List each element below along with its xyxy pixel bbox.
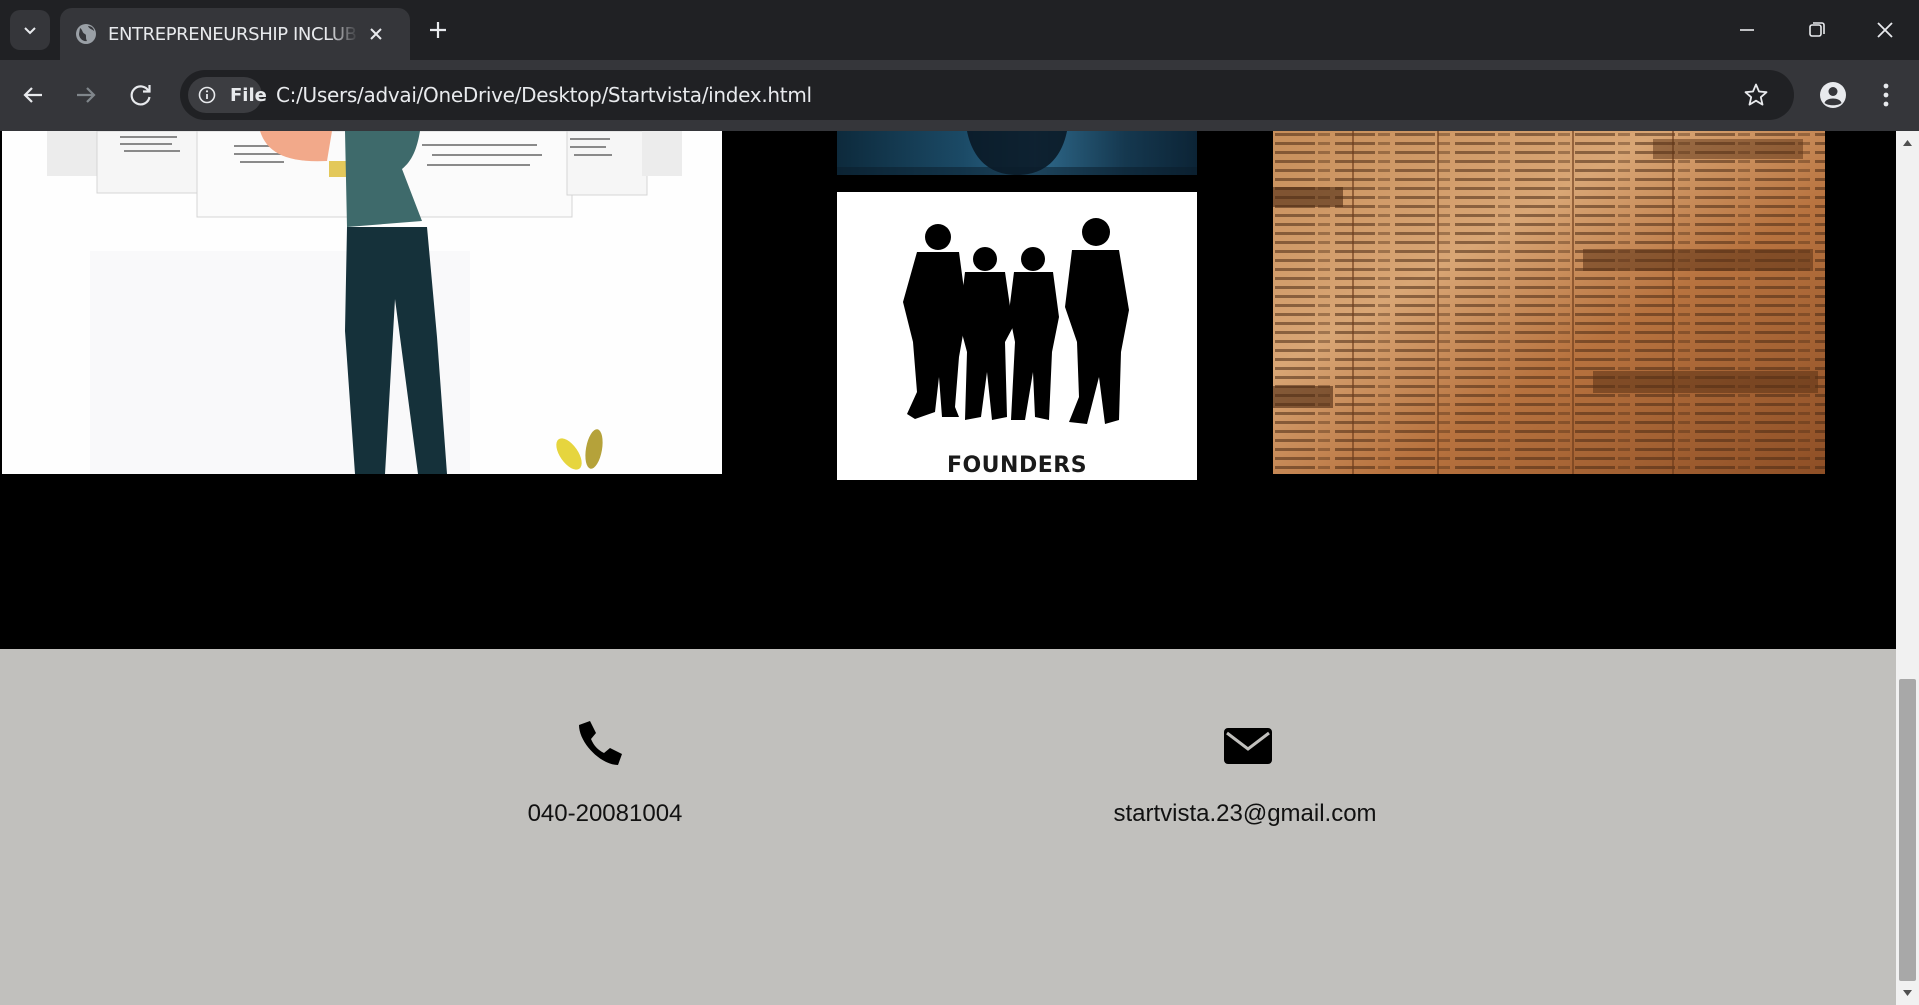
star-icon[interactable] — [1742, 81, 1770, 109]
illustration-image — [2, 131, 722, 474]
close-icon[interactable] — [1862, 10, 1908, 50]
tab-search-button[interactable] — [10, 10, 50, 50]
founders-caption: FOUNDERS — [946, 453, 1088, 478]
restore-icon[interactable] — [1793, 10, 1839, 50]
email-address[interactable]: startvista.23@gmail.com — [1085, 800, 1405, 828]
browser-tab-active[interactable]: ENTREPRENEURSHIP INCLUBLATOR — [60, 8, 410, 60]
newspaper-image — [1273, 131, 1825, 474]
site-info-chip[interactable]: File — [188, 77, 267, 113]
site-chip-label: File — [230, 85, 267, 106]
scrollbar-thumb[interactable] — [1899, 679, 1916, 981]
address-bar[interactable]: File C:/Users/advai/OneDrive/Desktop/Sta… — [180, 70, 1794, 120]
founders-image: FOUNDERS — [837, 192, 1197, 480]
phone-icon — [579, 721, 622, 765]
page-scrollbar[interactable] — [1896, 131, 1919, 1005]
page-viewport: FOUNDERS 040-20081004 startvista.23@gmai… — [0, 131, 1896, 1005]
close-icon[interactable] — [364, 22, 388, 46]
url-text[interactable]: C:/Users/advai/OneDrive/Desktop/Startvis… — [276, 83, 812, 107]
footer-contact: 040-20081004 startvista.23@gmail.com — [0, 649, 1896, 1005]
arrow-left-icon[interactable] — [16, 78, 50, 112]
kebab-menu-icon[interactable] — [1870, 77, 1902, 113]
scroll-up-arrow-icon[interactable] — [1902, 139, 1913, 147]
envelope-icon — [1224, 728, 1272, 764]
image-gallery: FOUNDERS — [0, 131, 1896, 649]
founders-silhouettes — [903, 218, 1129, 424]
phone-number[interactable]: 040-20081004 — [480, 800, 730, 828]
scroll-down-arrow-icon[interactable] — [1902, 989, 1913, 997]
info-icon — [198, 86, 216, 104]
business-image — [837, 131, 1197, 175]
browser-toolbar: File C:/Users/advai/OneDrive/Desktop/Sta… — [0, 60, 1919, 131]
person-icon[interactable] — [1815, 77, 1851, 113]
minimize-icon[interactable] — [1724, 10, 1770, 50]
tab-strip: ENTREPRENEURSHIP INCLUBLATOR — [0, 0, 1919, 60]
globe-icon — [76, 24, 96, 44]
chevron-down-icon — [24, 27, 36, 35]
tab-title: ENTREPRENEURSHIP INCLUBLATOR — [108, 24, 358, 45]
reload-icon[interactable] — [124, 78, 158, 112]
plus-icon[interactable] — [422, 14, 454, 46]
arrow-right-icon[interactable] — [69, 78, 103, 112]
